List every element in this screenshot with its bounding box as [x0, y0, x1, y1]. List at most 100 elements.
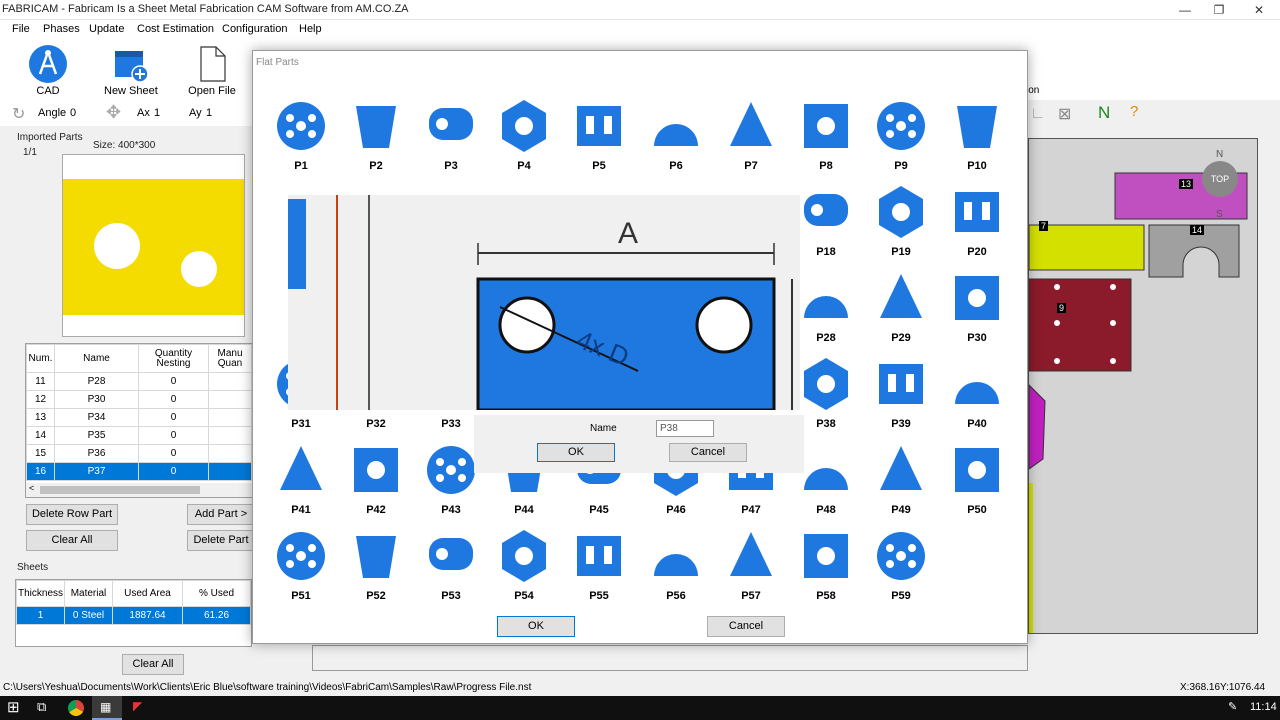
help-icon[interactable]: ? [1130, 103, 1138, 120]
part-tile-label: P9 [894, 160, 908, 172]
col-quantity-nesting[interactable]: Quantity Nesting [138, 344, 209, 373]
task-view-icon[interactable]: ⧉ [37, 699, 46, 715]
clear-box-icon[interactable]: ⊠ [1058, 104, 1071, 124]
part-tile-p43[interactable]: P43 [421, 440, 481, 518]
menu-help[interactable]: Help [299, 23, 322, 35]
part-tile-p28[interactable]: P28 [796, 268, 856, 346]
fabricam-taskbar-button[interactable]: ▦ [92, 696, 122, 720]
cell-material: 0 Steel [64, 606, 113, 625]
table-row[interactable]: 12 P30 0 [26, 390, 252, 409]
part-tile-p41[interactable]: P41 [271, 440, 331, 518]
part-tile-p40[interactable]: P40 [947, 354, 1007, 432]
clear-all-parts-button[interactable]: Clear All [26, 530, 118, 551]
ax-input[interactable]: 1 [154, 107, 160, 119]
app-icon[interactable]: ◤ [133, 699, 142, 713]
table-row-selected[interactable]: 16 P37 0 [26, 462, 252, 481]
col-material[interactable]: Material [64, 580, 113, 607]
cad-button[interactable]: CAD [25, 41, 71, 99]
ay-input[interactable]: 1 [206, 107, 212, 119]
part-tile-p4[interactable]: P4 [494, 96, 554, 174]
part-tile-p55[interactable]: P55 [569, 526, 629, 604]
part-tile-p9[interactable]: P9 [871, 96, 931, 174]
open-file-button[interactable]: Open File [188, 41, 236, 99]
part-size: Size: 400*300 [93, 140, 156, 151]
minimize-button[interactable]: — [1166, 0, 1204, 20]
flat-parts-cancel-button[interactable]: Cancel [707, 616, 785, 637]
name-input[interactable]: P38 [656, 420, 714, 437]
part-shape-icon [955, 192, 999, 232]
part-tile-p18[interactable]: P18 [796, 182, 856, 260]
part-tile-p38[interactable]: P38 [796, 354, 856, 432]
add-part-button[interactable]: Add Part > [187, 504, 255, 525]
part-tile-p6[interactable]: P6 [646, 96, 706, 174]
menu-update[interactable]: Update [89, 23, 124, 35]
part-tile-label: P7 [744, 160, 758, 172]
part-tile-p1[interactable]: P1 [271, 96, 331, 174]
part-tile-p8[interactable]: P8 [796, 96, 856, 174]
chrome-icon[interactable] [68, 700, 84, 716]
part-tile-p2[interactable]: P2 [346, 96, 406, 174]
scroll-thumb[interactable] [40, 486, 200, 494]
part-tile-p39[interactable]: P39 [871, 354, 931, 432]
delete-part-button[interactable]: Delete Part [187, 530, 255, 551]
angle-input[interactable]: 0 [70, 107, 76, 119]
col-used-area[interactable]: Used Area [112, 580, 183, 607]
flat-parts-ok-button[interactable]: OK [497, 616, 575, 637]
name-ok-button[interactable]: OK [537, 443, 615, 462]
name-cancel-button[interactable]: Cancel [669, 443, 747, 462]
part-tile-p51[interactable]: P51 [271, 526, 331, 604]
close-button[interactable]: ✕ [1240, 0, 1278, 20]
part-tile-p5[interactable]: P5 [569, 96, 629, 174]
part-tile-p42[interactable]: P42 [346, 440, 406, 518]
part-tile-p20[interactable]: P20 [947, 182, 1007, 260]
corner-icon[interactable]: ∟ [1030, 105, 1046, 123]
scroll-left-icon[interactable]: < [29, 483, 34, 493]
menu-cost-estimation[interactable]: Cost Estimation [137, 23, 214, 35]
part-tile-p3[interactable]: P3 [421, 96, 481, 174]
part-tile-p19[interactable]: P19 [871, 182, 931, 260]
part-tile-p53[interactable]: P53 [421, 526, 481, 604]
part-tile-p7[interactable]: P7 [721, 96, 781, 174]
pen-icon[interactable]: ✎ [1228, 700, 1237, 713]
horizontal-scrollbar[interactable]: < [26, 483, 252, 497]
part-tile-p52[interactable]: P52 [346, 526, 406, 604]
part-tile-p48[interactable]: P48 [796, 440, 856, 518]
maximize-button[interactable]: ❐ [1200, 0, 1238, 20]
move-icon[interactable]: ✥ [106, 102, 121, 123]
table-row[interactable]: 14 P35 0 [26, 426, 252, 445]
part-tile-p57[interactable]: P57 [721, 526, 781, 604]
windows-start-icon[interactable]: ⊞ [7, 698, 20, 716]
table-row[interactable]: 11 P28 0 [26, 372, 252, 391]
table-row[interactable]: 13 P34 0 [26, 408, 252, 427]
view-top-button[interactable]: TOP [1202, 161, 1238, 197]
new-sheet-button[interactable]: New Sheet [104, 41, 158, 99]
menu-file[interactable]: File [12, 23, 30, 35]
clear-all-sheets-button[interactable]: Clear All [122, 654, 184, 675]
part-tile-label: P40 [967, 418, 987, 430]
part-tile-p29[interactable]: P29 [871, 268, 931, 346]
validate-icon[interactable]: N [1098, 103, 1110, 123]
part-tile-p30[interactable]: P30 [947, 268, 1007, 346]
col-name[interactable]: Name [54, 344, 139, 373]
part-tile-p56[interactable]: P56 [646, 526, 706, 604]
col-thickness[interactable]: Thickness [16, 580, 65, 607]
menu-configuration[interactable]: Configuration [222, 23, 287, 35]
table-row[interactable]: 15 P36 0 [26, 444, 252, 463]
part-tile-p50[interactable]: P50 [947, 440, 1007, 518]
part-tile-p54[interactable]: P54 [494, 526, 554, 604]
part-tile-label: P54 [514, 590, 534, 602]
menu-phases[interactable]: Phases [43, 23, 80, 35]
part-label-7: 7 [1039, 221, 1049, 231]
part-tile-p49[interactable]: P49 [871, 440, 931, 518]
part-tile-p59[interactable]: P59 [871, 526, 931, 604]
col-num[interactable]: Num. [26, 344, 55, 373]
col-percent-used[interactable]: % Used [182, 580, 251, 607]
part-tile-p10[interactable]: P10 [947, 96, 1007, 174]
rotate-icon[interactable]: ↻ [12, 104, 25, 124]
part-preview [62, 154, 245, 337]
delete-row-part-button[interactable]: Delete Row Part [26, 504, 118, 525]
nesting-canvas[interactable]: 13 7 14 9 N TOP S [1028, 138, 1258, 634]
col-manu-quan[interactable]: Manu Quan [208, 344, 252, 373]
sheet-row-selected[interactable]: 1 0 Steel 1887.64 61.26 [16, 606, 251, 625]
part-tile-p58[interactable]: P58 [796, 526, 856, 604]
